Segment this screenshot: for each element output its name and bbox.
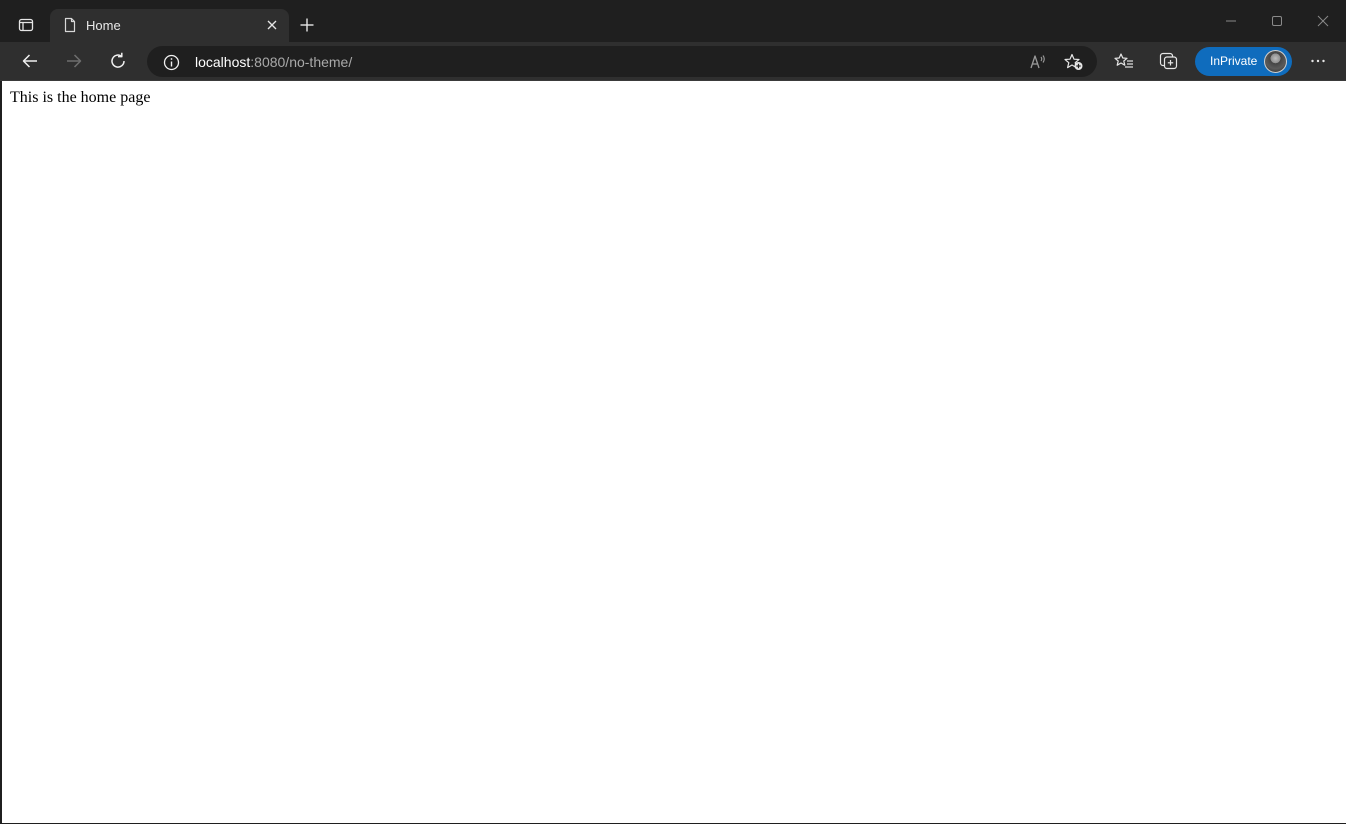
new-tab-button[interactable] [293,11,321,39]
refresh-icon [111,52,125,68]
tab-title: Home [86,18,121,33]
forward-button[interactable] [58,45,90,77]
toolbar: localhost:8080/no-theme/ InPrivate [0,42,1346,81]
tab-home[interactable]: Home [50,9,289,42]
avatar [1264,50,1287,73]
minimize-button[interactable] [1208,0,1254,42]
minimize-icon [1226,20,1236,22]
tab-strip: Home [0,0,1346,42]
info-icon [163,54,179,70]
plus-icon [300,18,314,32]
read-aloud-icon [1030,55,1045,69]
forward-arrow-icon [67,54,82,68]
back-arrow-icon [22,54,37,68]
read-aloud-button[interactable] [1026,51,1050,73]
favorites-icon [1114,53,1133,68]
maximize-icon [1272,16,1282,26]
page-text: This is the home page [10,89,151,106]
tab-actions-icon [18,17,34,33]
address-bar[interactable]: localhost:8080/no-theme/ [147,46,1097,77]
collections-button[interactable] [1153,45,1185,77]
more-icon [1311,59,1325,63]
more-button[interactable] [1302,45,1334,77]
browser-window: Home localhost:8080/no-theme/ InPrivate … [0,0,1346,824]
url-path: :8080/no-theme/ [250,54,353,70]
back-button[interactable] [14,45,46,77]
close-tab-button[interactable] [262,15,282,35]
refresh-button[interactable] [102,45,134,77]
close-window-icon [1317,15,1329,27]
collections-icon [1159,52,1178,70]
page-icon [62,17,78,33]
close-icon [267,20,277,30]
tab-actions-button[interactable] [8,9,44,41]
page-viewport: This is the home page [2,81,1346,823]
url-host: localhost [195,54,251,70]
close-window-button[interactable] [1300,0,1346,42]
inprivate-label: InPrivate [1210,54,1258,68]
inprivate-button[interactable]: InPrivate [1195,47,1292,76]
favorites-button[interactable] [1108,45,1140,77]
star-add-icon [1064,53,1083,70]
site-info-button[interactable] [161,52,181,72]
url-text: localhost:8080/no-theme/ [195,54,352,70]
maximize-button[interactable] [1254,0,1300,42]
add-favorite-button[interactable] [1062,51,1086,73]
